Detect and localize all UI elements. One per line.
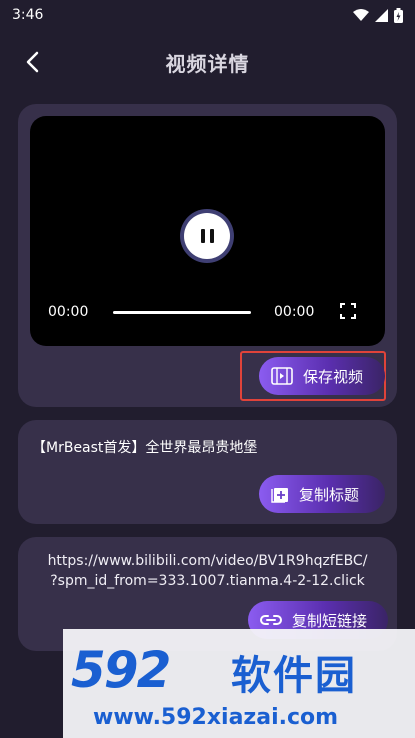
watermark: 592 软件园 www.592xiazai.com: [63, 629, 415, 738]
battery-icon: [394, 7, 403, 23]
progress-bar[interactable]: [113, 311, 251, 314]
pause-icon: [200, 229, 214, 243]
video-url-line1: https://www.bilibili.com/video/BV1R9hqzf…: [47, 553, 368, 569]
film-icon: [271, 367, 293, 385]
status-icons: [353, 7, 403, 23]
video-url-line2: ?spm_id_from=333.1007.tianma.4-2-12.clic…: [50, 573, 365, 589]
wifi-icon: [353, 8, 369, 21]
watermark-logo: 592: [71, 641, 171, 699]
status-time: 3:46: [12, 7, 44, 23]
save-video-label: 保存视频: [303, 367, 364, 386]
watermark-name: 软件园: [231, 653, 357, 699]
video-player[interactable]: 00:00 00:00: [30, 116, 385, 346]
signal-icon: [375, 8, 388, 22]
add-box-icon: [271, 488, 288, 503]
video-url: https://www.bilibili.com/video/BV1R9hqzf…: [28, 551, 387, 591]
watermark-url: www.592xiazai.com: [93, 705, 339, 730]
link-icon: [260, 615, 282, 625]
page-title: 视频详情: [165, 52, 250, 76]
save-video-button[interactable]: 保存视频: [259, 357, 385, 395]
copy-short-link-label: 复制短链接: [292, 611, 368, 630]
pause-button[interactable]: [184, 213, 230, 259]
video-title: 【MrBeast首发】全世界最昂贵地堡: [32, 440, 258, 456]
title-card: 【MrBeast首发】全世界最昂贵地堡 复制标题: [18, 420, 397, 524]
fullscreen-icon[interactable]: [340, 303, 356, 319]
video-card: 00:00 00:00 保存视频: [18, 104, 397, 407]
current-time: 00:00: [48, 304, 89, 320]
copy-title-label: 复制标题: [299, 485, 360, 504]
header: 视频详情: [0, 40, 415, 82]
duration: 00:00: [274, 304, 315, 320]
copy-title-button[interactable]: 复制标题: [259, 475, 385, 513]
status-bar: 3:46: [0, 0, 415, 30]
